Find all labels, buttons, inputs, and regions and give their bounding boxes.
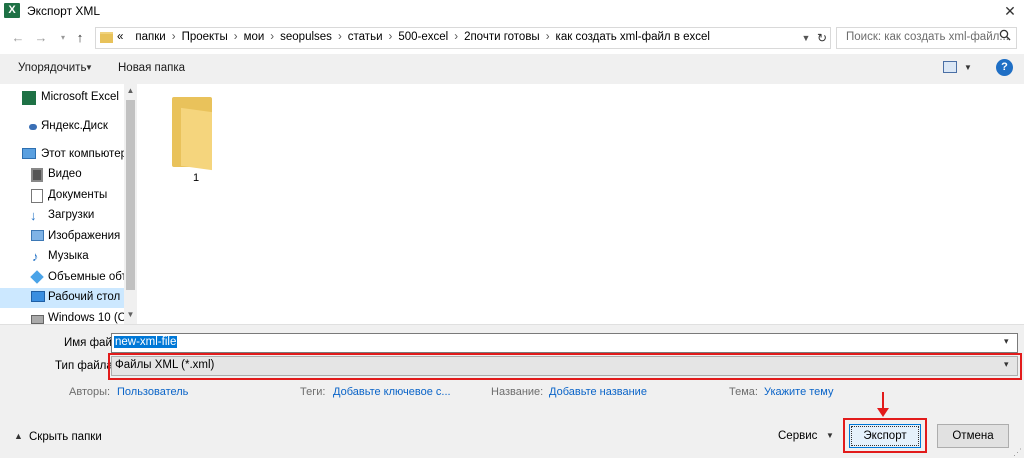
- chevron-down-icon[interactable]: ▼: [85, 63, 93, 72]
- sidebar-item-music[interactable]: ♪ Музыка: [0, 247, 124, 267]
- window-title: Экспорт XML: [27, 4, 101, 18]
- desktop-icon: [31, 291, 45, 302]
- scroll-down-icon[interactable]: ▼: [124, 310, 137, 322]
- back-arrow-icon[interactable]: ←: [10, 30, 26, 46]
- drive-icon: [31, 315, 44, 324]
- tools-button[interactable]: Сервис: [778, 430, 817, 442]
- breadcrumb-item[interactable]: Проекты: [182, 31, 228, 43]
- view-mode-icon[interactable]: [943, 61, 957, 73]
- breadcrumb-item[interactable]: статьи: [348, 31, 383, 43]
- chevron-down-icon[interactable]: ▼: [826, 431, 834, 440]
- breadcrumb-item[interactable]: папки: [135, 31, 165, 43]
- sidebar-item-desktop[interactable]: Рабочий стол: [0, 288, 124, 308]
- chevron-down-icon[interactable]: ▼: [964, 63, 972, 72]
- chevron-down-icon[interactable]: ▾: [1004, 336, 1009, 347]
- breadcrumb-item[interactable]: seopulses: [280, 31, 332, 43]
- recent-locations-chevron-icon[interactable]: ▾: [55, 30, 71, 46]
- resize-grip-icon[interactable]: ⋰: [1013, 447, 1022, 458]
- filename-value[interactable]: new-xml-file: [114, 336, 178, 348]
- cloud-icon: [29, 124, 37, 130]
- scroll-up-icon[interactable]: ▲: [124, 86, 137, 98]
- excel-icon: [22, 91, 36, 105]
- sidebar-item-microsoft-excel[interactable]: Microsoft Excel: [0, 88, 124, 108]
- breadcrumb-item[interactable]: 2почти готовы: [464, 31, 540, 43]
- up-arrow-icon[interactable]: ↑: [72, 30, 88, 46]
- cancel-button[interactable]: Отмена: [937, 424, 1009, 448]
- breadcrumb-overflow[interactable]: «: [117, 31, 123, 43]
- documents-icon: [31, 189, 43, 203]
- tags-value[interactable]: Добавьте ключевое с...: [333, 386, 451, 398]
- sidebar-item-yandex-disk[interactable]: Яндекс.Диск: [0, 117, 124, 137]
- new-folder-button[interactable]: Новая папка: [118, 62, 185, 74]
- authors-value[interactable]: Пользователь: [117, 386, 188, 398]
- subject-label: Тема:: [729, 386, 758, 398]
- organize-button[interactable]: Упорядочить: [18, 62, 86, 74]
- excel-icon: X: [4, 3, 20, 18]
- breadcrumb-item[interactable]: 500-excel: [398, 31, 448, 43]
- computer-icon: [22, 148, 36, 159]
- sidebar-item-pictures[interactable]: Изображения: [0, 227, 124, 247]
- annotation-arrow-head: [877, 408, 889, 417]
- pictures-icon: [31, 230, 44, 241]
- filetype-label: Тип файла:: [55, 360, 116, 372]
- chevron-up-icon[interactable]: ▲: [14, 431, 23, 441]
- hide-folders-button[interactable]: Скрыть папки: [29, 431, 102, 443]
- scrollbar-thumb[interactable]: [126, 100, 135, 290]
- title-value[interactable]: Добавьте название: [549, 386, 647, 398]
- 3d-objects-icon: [30, 270, 44, 284]
- tags-label: Теги:: [300, 386, 326, 398]
- focus-ring: [851, 426, 919, 446]
- sidebar-item-documents[interactable]: Документы: [0, 186, 124, 206]
- music-icon: ♪: [32, 249, 39, 264]
- video-icon: [31, 168, 43, 182]
- downloads-icon: ↓: [30, 208, 37, 223]
- help-icon[interactable]: ?: [996, 59, 1013, 76]
- sidebar-item-video[interactable]: Видео: [0, 165, 124, 185]
- chevron-down-icon[interactable]: ▼: [798, 28, 814, 48]
- breadcrumb-item[interactable]: как создать xml-файл в excel: [556, 31, 710, 43]
- file-item-label: 1: [193, 172, 200, 184]
- close-button[interactable]: ✕: [996, 0, 1024, 22]
- search-placeholder: Поиск: как создать xml-файл...: [846, 31, 1009, 43]
- filetype-highlight-box: [108, 353, 1022, 380]
- sidebar-item-this-pc[interactable]: Этот компьютер: [0, 145, 124, 165]
- folder-icon: [100, 32, 113, 43]
- search-icon[interactable]: [997, 29, 1013, 45]
- breadcrumb-item[interactable]: мои: [244, 31, 265, 43]
- sidebar-item-3d-objects[interactable]: Объемные объ: [0, 268, 124, 288]
- refresh-icon[interactable]: ↻: [814, 28, 830, 48]
- forward-arrow-icon[interactable]: →: [33, 30, 49, 46]
- authors-label: Авторы:: [69, 386, 111, 398]
- title-label: Название:: [491, 386, 544, 398]
- subject-value[interactable]: Укажите тему: [764, 386, 833, 398]
- breadcrumb[interactable]: «папки › Проекты › мои › seopulses › статьи › 500-…: [117, 31, 710, 43]
- folder-front-panel: [181, 107, 212, 171]
- title-bar: [0, 0, 1024, 22]
- sidebar-item-downloads[interactable]: ↓ Загрузки: [0, 206, 124, 226]
- filename-input[interactable]: [111, 333, 1018, 353]
